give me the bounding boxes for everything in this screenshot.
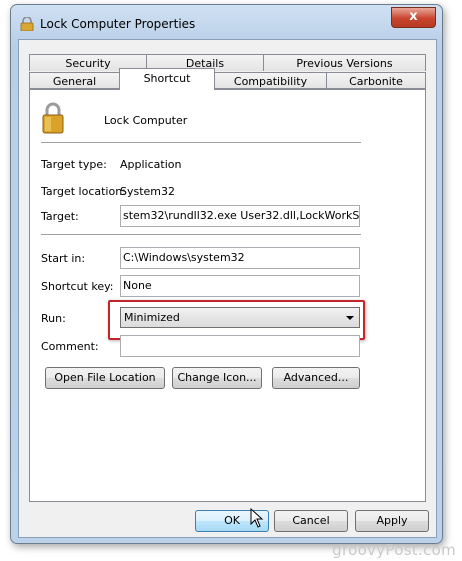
run-select-value: Minimized: [124, 311, 180, 324]
chevron-down-icon: [346, 316, 354, 320]
run-label: Run:: [41, 312, 66, 325]
shortcut-key-label: Shortcut key:: [41, 280, 114, 293]
tab-compatibility[interactable]: Compatibility: [214, 72, 327, 89]
target-location-value: System32: [120, 185, 176, 198]
apply-button[interactable]: Apply: [355, 510, 429, 532]
comment-label: Comment:: [41, 340, 99, 353]
tab-carbonite[interactable]: Carbonite: [326, 72, 426, 89]
cancel-button[interactable]: Cancel: [274, 510, 348, 532]
target-type-value: Application: [120, 158, 182, 171]
separator: [41, 142, 361, 143]
change-icon-button[interactable]: Change Icon...: [172, 367, 262, 389]
target-input[interactable]: stem32\rundll32.exe User32.dll,LockWorkS…: [120, 205, 360, 227]
shortcut-key-input[interactable]: None: [120, 275, 360, 297]
run-select[interactable]: Minimized: [120, 307, 360, 328]
window-title: Lock Computer Properties: [40, 17, 196, 31]
watermark: groovyPost.com: [332, 541, 456, 559]
target-type-label: Target type:: [41, 158, 107, 171]
padlock-icon: [42, 102, 64, 134]
start-in-input[interactable]: C:\Windows\system32: [120, 247, 360, 269]
properties-window: Lock Computer Properties x Security Deta…: [10, 4, 443, 544]
shortcut-name: Lock Computer: [104, 114, 188, 127]
dialog-client: Security Details Previous Versions Gener…: [18, 39, 437, 538]
tab-general[interactable]: General: [29, 72, 120, 89]
comment-input[interactable]: [120, 335, 360, 357]
start-in-label: Start in:: [41, 252, 86, 265]
mouse-cursor-icon: [250, 508, 264, 528]
advanced-button[interactable]: Advanced...: [272, 367, 360, 389]
open-file-location-button[interactable]: Open File Location: [45, 367, 165, 389]
lock-icon: [20, 17, 34, 31]
target-location-label: Target location:: [41, 185, 126, 198]
tab-shortcut[interactable]: Shortcut: [119, 68, 215, 90]
title-bar[interactable]: Lock Computer Properties x: [11, 5, 442, 39]
tab-previous-versions[interactable]: Previous Versions: [263, 54, 426, 71]
shortcut-panel: Lock Computer Target type: Application T…: [29, 89, 426, 502]
separator: [41, 234, 361, 235]
close-button[interactable]: x: [391, 7, 436, 28]
target-label: Target:: [41, 210, 79, 223]
